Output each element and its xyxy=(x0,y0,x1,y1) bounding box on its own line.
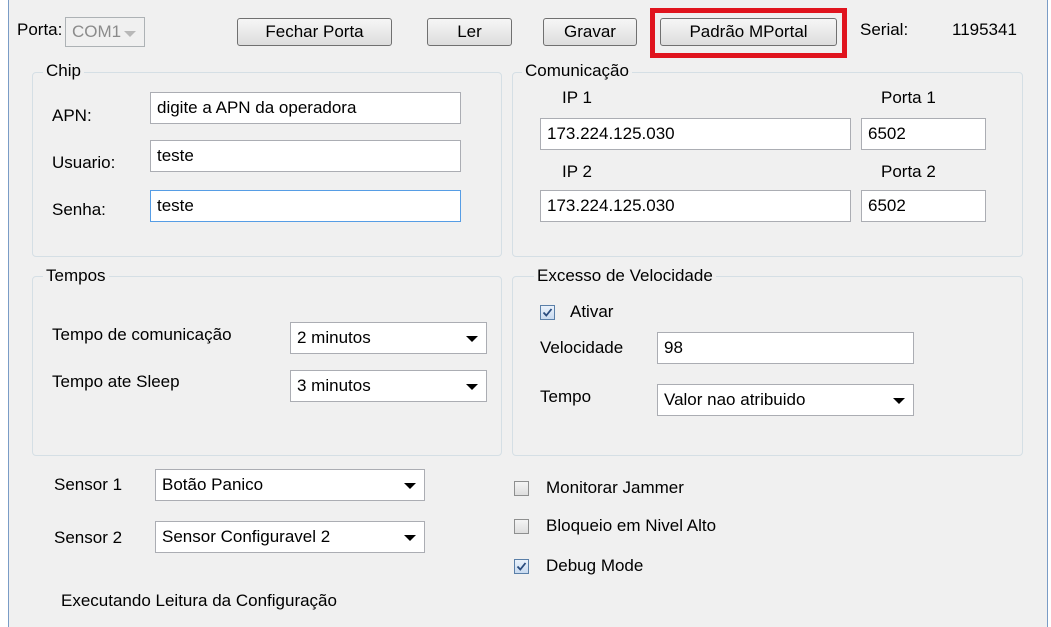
fechar-porta-button[interactable]: Fechar Porta xyxy=(237,18,392,46)
comunicacao-group-title: Comunicação xyxy=(522,61,632,81)
chevron-down-icon xyxy=(466,384,478,390)
porta-select[interactable]: COM1 xyxy=(65,17,145,47)
apn-field[interactable]: digite a APN da operadora xyxy=(150,92,461,124)
tempo-sleep-value: 3 minutos xyxy=(297,376,371,395)
sensor2-label: Sensor 2 xyxy=(54,528,123,547)
tempos-group xyxy=(32,276,502,456)
usuario-field[interactable]: teste xyxy=(150,140,461,172)
velocidade-field[interactable]: 98 xyxy=(657,332,914,364)
tempo-sleep-select[interactable]: 3 minutos xyxy=(290,370,487,402)
serial-label: Serial: xyxy=(860,20,909,39)
padrao-mportal-button[interactable]: Padrão MPortal xyxy=(660,18,837,46)
gravar-button[interactable]: Gravar xyxy=(543,18,637,46)
chevron-down-icon xyxy=(404,535,416,541)
porta2-label: Porta 2 xyxy=(881,162,936,181)
porta2-field[interactable]: 6502 xyxy=(861,190,986,222)
bloqueio-label: Bloqueio em Nivel Alto xyxy=(546,516,717,535)
tempo-comunicacao-select[interactable]: 2 minutos xyxy=(290,322,487,354)
tempo-comunicacao-value: 2 minutos xyxy=(297,328,371,347)
tempo-excesso-value: Valor nao atribuido xyxy=(664,390,806,409)
ip2-field[interactable]: 173.224.125.030 xyxy=(540,190,851,222)
debug-mode-checkbox[interactable] xyxy=(514,559,529,574)
sensor1-value: Botão Panico xyxy=(162,475,264,494)
checkmark-icon xyxy=(542,308,553,317)
debug-mode-label: Debug Mode xyxy=(546,556,644,575)
monitorar-jammer-label: Monitorar Jammer xyxy=(546,478,684,497)
sensor1-select[interactable]: Botão Panico xyxy=(155,469,425,501)
serial-value: 1195341 xyxy=(952,20,1017,39)
senha-label: Senha: xyxy=(52,200,106,219)
monitorar-jammer-checkbox[interactable] xyxy=(514,481,529,496)
tempo-comunicacao-label: Tempo de comunicação xyxy=(52,325,232,344)
senha-field[interactable]: teste xyxy=(150,190,461,222)
sensor1-label: Sensor 1 xyxy=(54,475,123,494)
porta1-label: Porta 1 xyxy=(881,88,936,107)
config-window: Porta: COM1 Fechar Porta Ler Gravar Padr… xyxy=(8,0,1048,627)
chevron-down-icon xyxy=(893,398,905,404)
ip1-field[interactable]: 173.224.125.030 xyxy=(540,118,851,150)
chevron-down-icon xyxy=(124,31,136,37)
sensor2-select[interactable]: Sensor Configuravel 2 xyxy=(155,521,425,553)
usuario-label: Usuario: xyxy=(52,153,116,172)
ativar-checkbox[interactable] xyxy=(540,305,555,320)
porta1-field[interactable]: 6502 xyxy=(861,118,986,150)
tempos-group-title: Tempos xyxy=(43,266,109,286)
bloqueio-checkbox[interactable] xyxy=(514,519,529,534)
tempo-excesso-select[interactable]: Valor nao atribuido xyxy=(657,384,914,416)
chip-group-title: Chip xyxy=(43,61,84,81)
ativar-label: Ativar xyxy=(570,302,614,321)
sensor2-value: Sensor Configuravel 2 xyxy=(162,527,331,546)
ler-button[interactable]: Ler xyxy=(427,18,512,46)
ip2-label: IP 2 xyxy=(562,162,592,181)
porta-label: Porta: xyxy=(17,20,63,39)
velocidade-label: Velocidade xyxy=(540,338,624,357)
apn-label: APN: xyxy=(52,106,92,125)
ip1-label: IP 1 xyxy=(562,88,592,107)
checkmark-icon xyxy=(516,562,527,571)
tempo-label: Tempo xyxy=(540,387,592,406)
chevron-down-icon xyxy=(404,483,416,489)
status-text: Executando Leitura da Configuração xyxy=(61,591,337,610)
porta-select-value: COM1 xyxy=(72,22,122,41)
chevron-down-icon xyxy=(466,336,478,342)
excesso-group-title: Excesso de Velocidade xyxy=(534,266,716,286)
tempo-sleep-label: Tempo ate Sleep xyxy=(52,372,180,391)
